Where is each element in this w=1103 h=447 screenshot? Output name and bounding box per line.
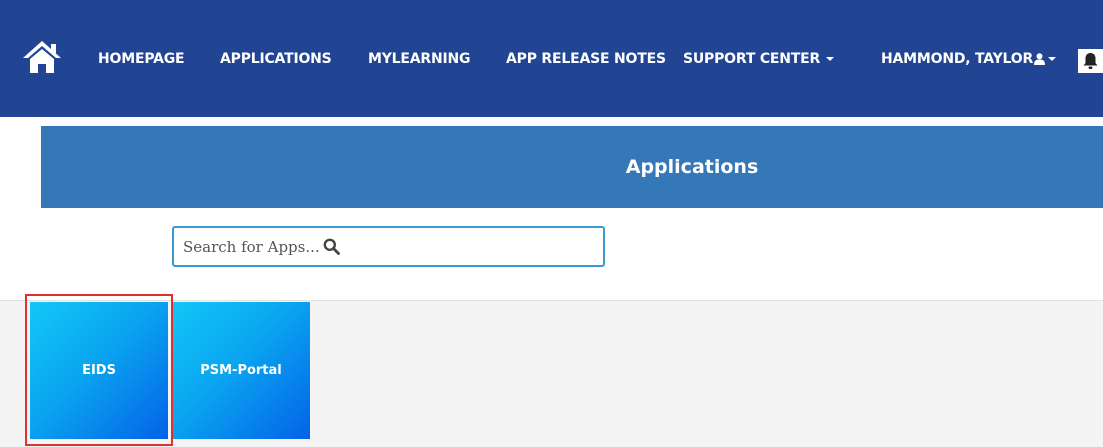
nav-applications[interactable]: APPLICATIONS bbox=[220, 51, 332, 67]
user-icon bbox=[1034, 53, 1046, 65]
user-name: HAMMOND, TAYLOR bbox=[881, 51, 1034, 67]
nav-mylearning[interactable]: MYLEARNING bbox=[368, 51, 471, 67]
app-tile-label: PSM-Portal bbox=[200, 363, 282, 378]
search-icon[interactable] bbox=[323, 238, 340, 255]
top-navbar: HOMEPAGE APPLICATIONS MYLEARNING APP REL… bbox=[0, 0, 1103, 117]
nav-user-menu[interactable]: HAMMOND, TAYLOR bbox=[881, 51, 1057, 67]
app-tile-psm-portal[interactable]: PSM-Portal bbox=[172, 302, 310, 439]
search-input[interactable] bbox=[183, 237, 321, 256]
nav-support-center-label: SUPPORT CENTER bbox=[683, 51, 821, 67]
page-title: Applications bbox=[625, 156, 759, 178]
app-tile-label: EIDS bbox=[82, 363, 116, 378]
page-header: Applications bbox=[41, 126, 1103, 208]
home-icon[interactable] bbox=[22, 40, 62, 74]
chevron-down-icon bbox=[1048, 57, 1057, 61]
nav-support-center[interactable]: SUPPORT CENTER bbox=[683, 51, 835, 67]
chevron-down-icon bbox=[826, 57, 835, 61]
search-box[interactable] bbox=[172, 226, 605, 267]
app-tile-eids[interactable]: EIDS bbox=[30, 302, 168, 439]
bell-icon bbox=[1083, 53, 1098, 69]
notification-button[interactable] bbox=[1078, 49, 1103, 73]
nav-app-release-notes[interactable]: APP RELEASE NOTES bbox=[506, 51, 666, 67]
nav-homepage[interactable]: HOMEPAGE bbox=[98, 51, 185, 67]
